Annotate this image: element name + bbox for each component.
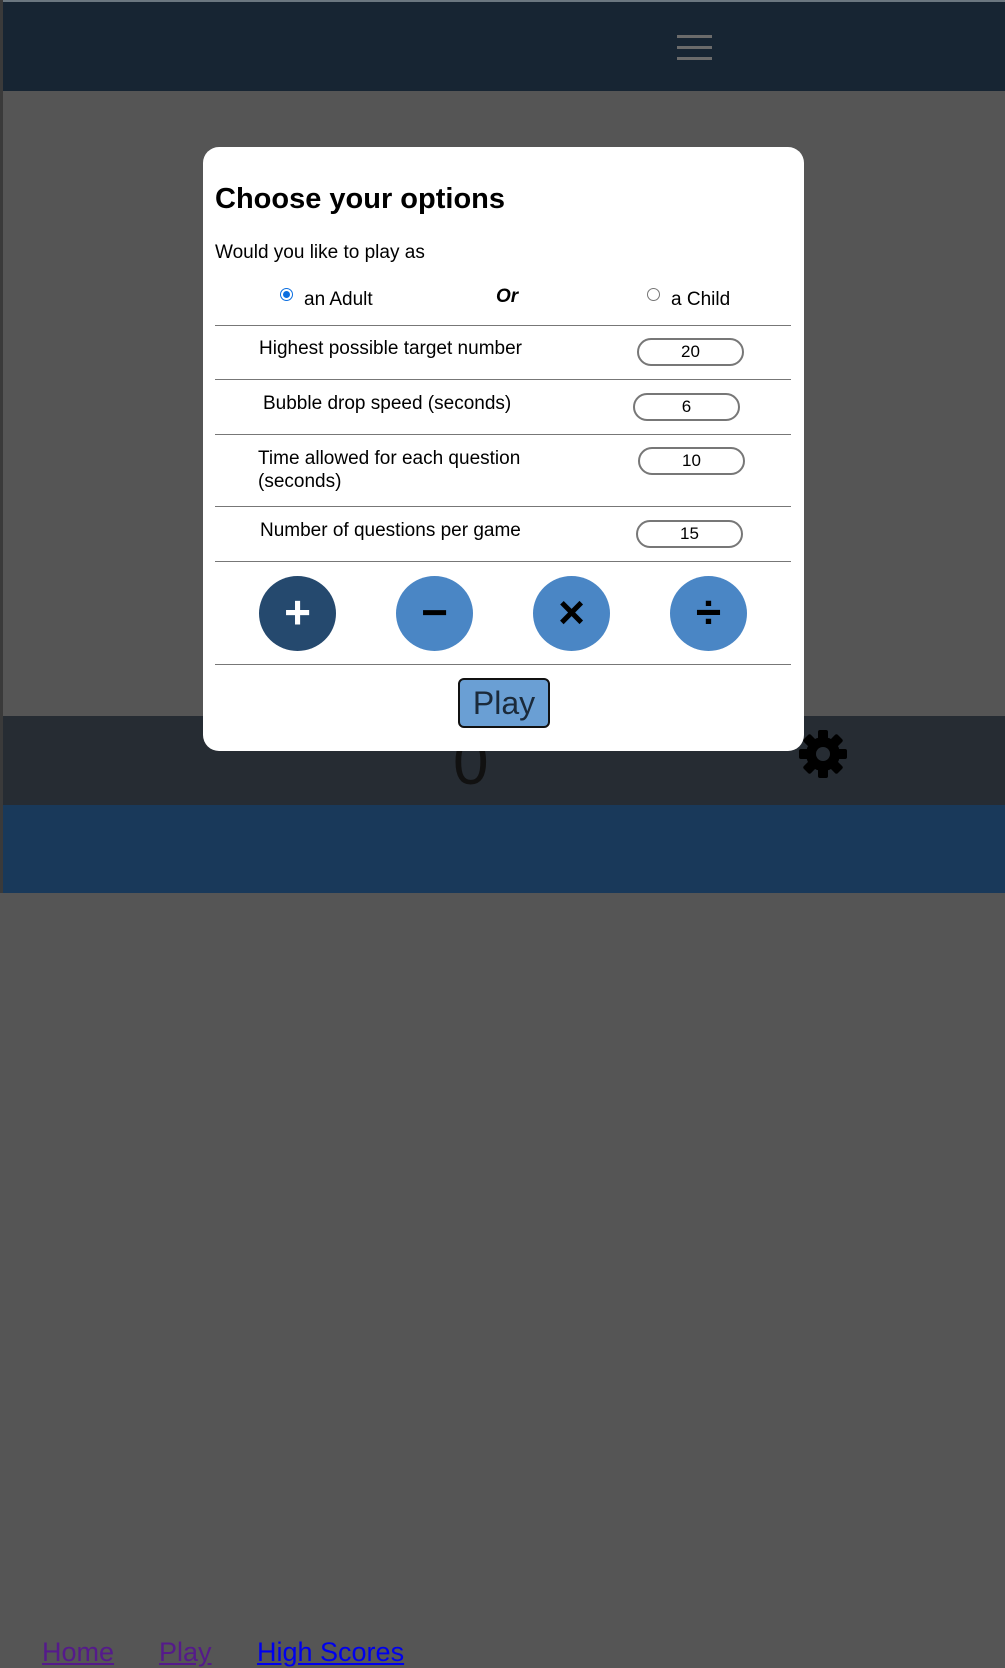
play-button[interactable]: Play — [458, 678, 550, 728]
child-radio[interactable] — [647, 288, 660, 301]
window-left-border — [0, 0, 3, 893]
drop-speed-input[interactable]: 6 — [633, 393, 740, 421]
divider — [215, 561, 791, 562]
adult-radio[interactable] — [280, 288, 293, 301]
divider — [215, 664, 791, 665]
footer-nav: Home Play High Scores — [0, 805, 1005, 1667]
footer-link-home[interactable]: Home — [42, 1637, 114, 1668]
hamburger-menu-icon[interactable] — [677, 35, 712, 61]
divider — [215, 434, 791, 435]
gear-icon[interactable] — [797, 728, 849, 780]
child-radio-label[interactable]: a Child — [671, 289, 730, 311]
question-time-label: Time allowed for each question (seconds) — [258, 448, 521, 492]
top-header — [0, 0, 1005, 91]
player-type-selector: an Adult Or a Child — [215, 285, 791, 325]
divider — [215, 506, 791, 507]
division-button[interactable]: ÷ — [670, 576, 747, 651]
multiplication-button[interactable]: × — [533, 576, 610, 651]
divider — [215, 379, 791, 380]
questions-count-input[interactable]: 15 — [636, 520, 743, 548]
player-type-prompt: Would you like to play as — [215, 242, 425, 263]
addition-button[interactable]: + — [259, 576, 336, 651]
question-time-input[interactable]: 10 — [638, 447, 745, 475]
adult-radio-label[interactable]: an Adult — [304, 289, 373, 311]
subtraction-button[interactable]: − — [396, 576, 473, 651]
or-separator: Or — [496, 286, 519, 307]
target-number-input[interactable]: 20 — [637, 338, 744, 366]
drop-speed-label: Bubble drop speed (seconds) — [263, 393, 512, 414]
questions-count-label: Number of questions per game — [260, 520, 521, 541]
footer-link-play[interactable]: Play — [159, 1637, 212, 1668]
footer-link-high-scores[interactable]: High Scores — [257, 1637, 404, 1668]
modal-title: Choose your options — [215, 183, 505, 215]
window-top-border — [0, 0, 1005, 2]
divider — [215, 325, 791, 326]
target-number-label: Highest possible target number — [259, 338, 522, 359]
options-modal: Choose your options Would you like to pl… — [203, 147, 804, 751]
